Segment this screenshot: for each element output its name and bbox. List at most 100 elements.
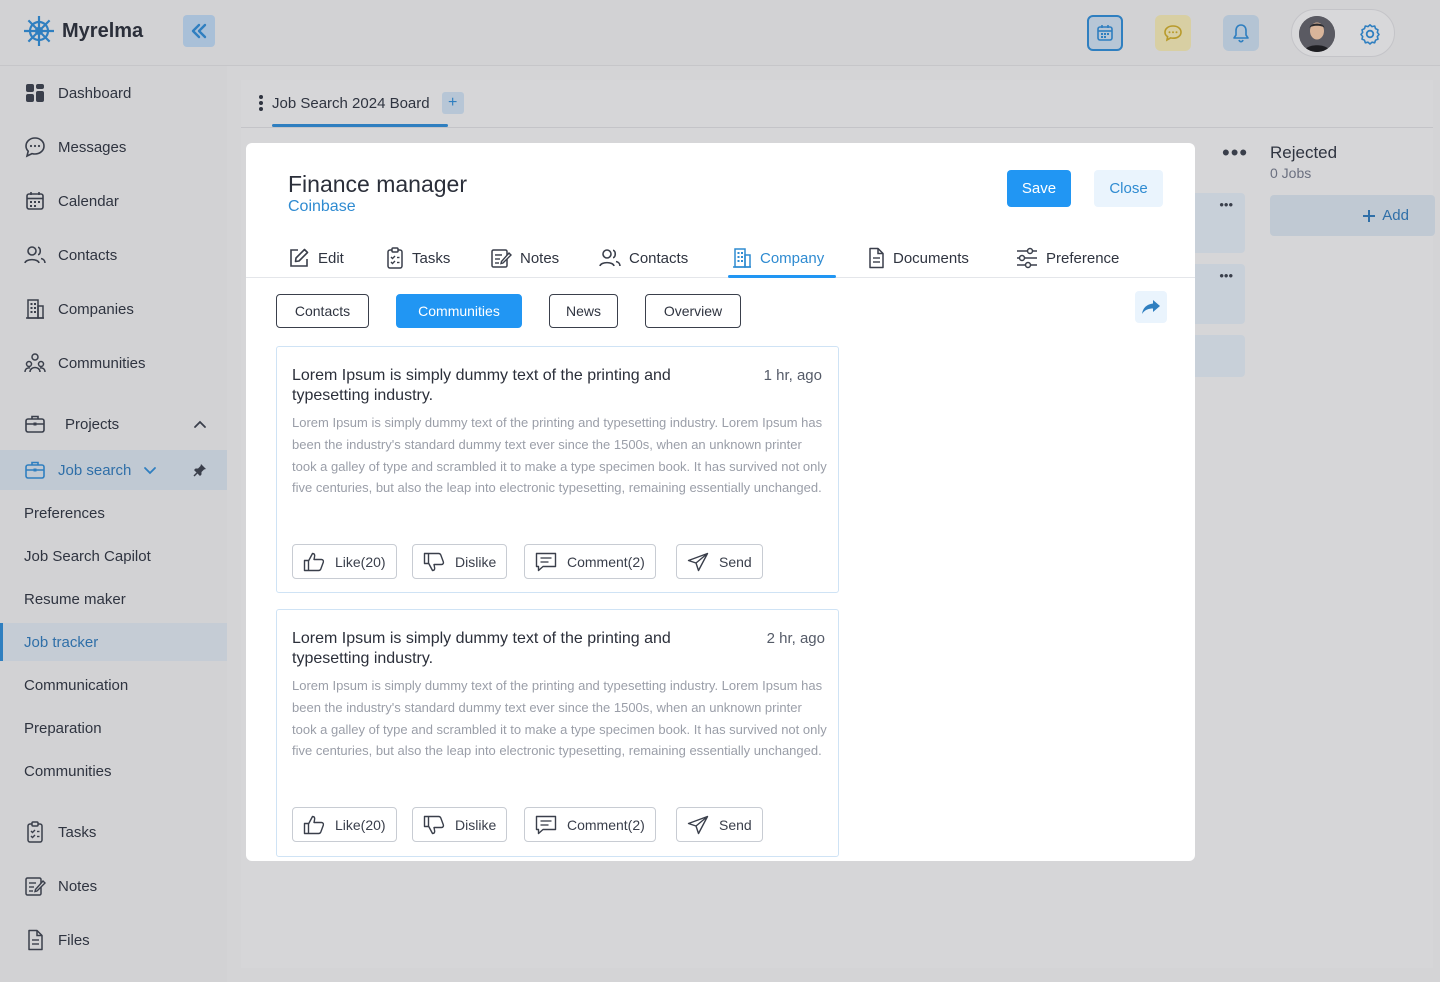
tab-label: Edit [318, 249, 344, 267]
card-menu-icon[interactable]: ••• [1219, 197, 1233, 212]
document-icon [867, 247, 885, 269]
sidebar-subitem[interactable]: Communities [0, 752, 227, 790]
briefcase-icon [24, 413, 46, 435]
calendar-icon [1096, 24, 1114, 42]
tab-label: Contacts [629, 249, 689, 267]
sidebar-item-communities[interactable]: Communities [0, 343, 227, 383]
board-tab[interactable]: Job Search 2024 Board + [258, 92, 464, 114]
chat-icon [1163, 24, 1183, 42]
sidebar-item-messages[interactable]: Messages [0, 127, 227, 167]
post-body: Lorem Ipsum is simply dummy text of the … [292, 678, 827, 759]
chevron-up-icon[interactable] [193, 419, 207, 429]
post-body: Lorem Ipsum is simply dummy text of the … [292, 415, 827, 496]
notes-icon [24, 875, 46, 897]
sliders-icon [1016, 247, 1038, 269]
messages-button[interactable] [1155, 15, 1191, 51]
collapse-sidebar-button[interactable] [183, 15, 215, 47]
comment-button[interactable]: Comment(2) [524, 807, 656, 842]
job-detail-modal: Finance manager Coinbase Save Close Edit… [246, 143, 1195, 861]
thumbs-down-icon [423, 815, 445, 835]
briefcase-icon [24, 459, 46, 481]
sidebar-subitem[interactable]: Resume maker [0, 580, 227, 618]
clipboard-icon [24, 821, 46, 843]
subtab-communities[interactable]: Communities [396, 294, 522, 328]
sidebar-item-notes[interactable]: Notes [0, 866, 227, 906]
add-tab-button[interactable]: + [441, 92, 464, 114]
column-menu-icon[interactable]: ••• [1222, 140, 1248, 166]
share-button[interactable] [1135, 291, 1167, 323]
dislike-button[interactable]: Dislike [412, 544, 508, 579]
sidebar-item-label: Notes [58, 877, 98, 895]
sidebar-item-job-search[interactable]: Job search [0, 450, 227, 490]
pin-icon[interactable] [193, 463, 207, 477]
sidebar-item-companies[interactable]: Companies [0, 289, 227, 329]
post-title[interactable]: Lorem Ipsum is simply dummy text of the … [292, 366, 732, 406]
active-tab-underline [728, 275, 836, 278]
like-label: Like(20) [335, 816, 386, 833]
tab-label: Preference [1046, 249, 1120, 267]
community-post: Lorem Ipsum is simply dummy text of the … [276, 346, 839, 593]
subtab-contacts[interactable]: Contacts [276, 294, 369, 328]
dislike-button[interactable]: Dislike [412, 807, 508, 842]
sidebar-item-tasks[interactable]: Tasks [0, 812, 227, 852]
sidebar-subitem-active[interactable]: Job tracker [0, 623, 227, 661]
subtab-overview[interactable]: Overview [645, 294, 741, 328]
profile-menu[interactable] [1291, 9, 1395, 57]
comment-icon [535, 815, 557, 835]
sidebar-item-contacts[interactable]: Contacts [0, 235, 227, 275]
save-button[interactable]: Save [1007, 170, 1071, 207]
tab-tasks[interactable]: Tasks [386, 238, 450, 278]
chevron-down-icon[interactable] [143, 465, 157, 475]
comment-label: Comment(2) [567, 553, 645, 570]
dashboard-icon [24, 82, 46, 104]
sidebar-subitem[interactable]: Preparation [0, 709, 227, 747]
sidebar-item-dashboard[interactable]: Dashboard [0, 73, 227, 113]
company-link[interactable]: Coinbase [288, 198, 356, 216]
edit-icon [288, 247, 310, 269]
sidebar-subitem[interactable]: Preferences [0, 494, 227, 532]
bell-icon [1232, 23, 1250, 43]
close-button[interactable]: Close [1094, 170, 1163, 207]
tab-documents[interactable]: Documents [867, 238, 969, 278]
like-button[interactable]: Like(20) [292, 544, 397, 579]
send-button[interactable]: Send [676, 807, 763, 842]
chat-bubble-icon [24, 136, 46, 158]
board-tab-underline [272, 124, 448, 127]
sidebar-item-calendar[interactable]: Calendar [0, 181, 227, 221]
sidebar-item-label: Calendar [58, 192, 119, 210]
sidebar-subitem[interactable]: Job Search Capilot [0, 537, 227, 575]
dislike-label: Dislike [455, 553, 497, 570]
sidebar-item-label: Files [58, 931, 90, 949]
like-label: Like(20) [335, 553, 386, 570]
comment-button[interactable]: Comment(2) [524, 544, 656, 579]
send-icon [687, 815, 709, 835]
like-button[interactable]: Like(20) [292, 807, 397, 842]
sidebar-item-projects[interactable]: Projects [0, 404, 227, 444]
tab-contacts[interactable]: Contacts [599, 238, 688, 278]
calendar-button[interactable] [1087, 15, 1123, 51]
job-title: Finance manager [288, 171, 467, 197]
tab-preference[interactable]: Preference [1016, 238, 1119, 278]
avatar[interactable] [1299, 16, 1335, 52]
post-time: 2 hr, ago [766, 630, 825, 647]
tab-notes[interactable]: Notes [490, 238, 559, 278]
sidebar-item-files[interactable]: Files [0, 920, 227, 960]
tab-company[interactable]: Company [732, 238, 824, 278]
modal-tabs: Edit Tasks Notes Contacts Company Docume… [246, 238, 1195, 278]
vertical-dots-icon[interactable] [258, 94, 264, 112]
sidebar-item-label: Job search [58, 461, 132, 479]
file-icon [24, 929, 46, 951]
community-post: Lorem Ipsum is simply dummy text of the … [276, 609, 839, 857]
settings-icon[interactable] [1358, 22, 1382, 46]
subtab-news[interactable]: News [549, 294, 618, 328]
send-icon [687, 552, 709, 572]
post-title[interactable]: Lorem Ipsum is simply dummy text of the … [292, 629, 732, 669]
app-logo[interactable]: Myrelma [22, 14, 143, 48]
notifications-button[interactable] [1223, 15, 1259, 51]
add-job-button[interactable]: Add [1270, 195, 1435, 236]
send-button[interactable]: Send [676, 544, 763, 579]
tab-label: Company [760, 249, 825, 267]
tab-edit[interactable]: Edit [288, 238, 344, 278]
card-menu-icon[interactable]: ••• [1219, 268, 1233, 283]
sidebar-subitem[interactable]: Communication [0, 666, 227, 704]
